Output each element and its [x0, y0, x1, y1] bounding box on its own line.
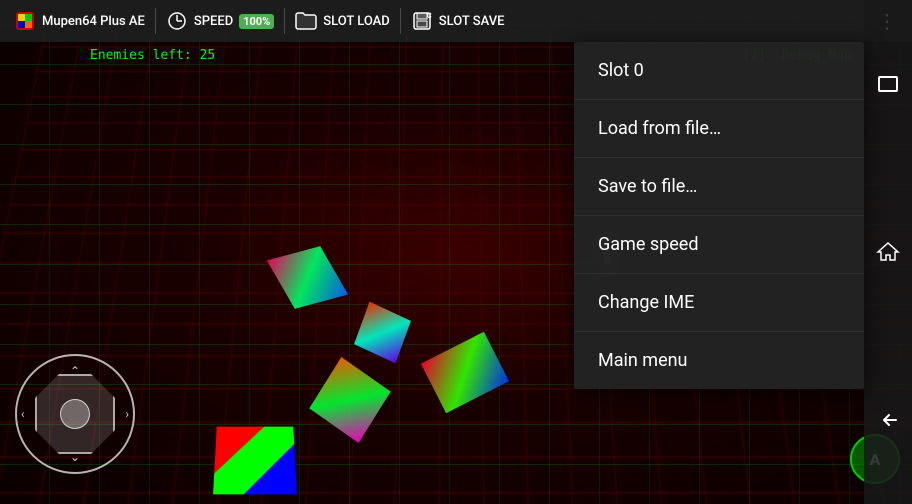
toolbar: Mupen64 Plus AE SPEED 100% SLOT LOAD — [0, 0, 912, 42]
app-title: Mupen64 Plus AE — [42, 14, 145, 29]
menu-item-load-file[interactable]: Load from file… — [574, 100, 864, 158]
folder-icon — [295, 10, 317, 32]
back-button[interactable] — [868, 400, 908, 440]
joystick-octagon — [35, 374, 115, 454]
joystick[interactable]: ⌃ ⌄ ‹ › — [15, 354, 135, 474]
enemies-status: Enemies left: 25 — [90, 48, 215, 63]
dropdown-menu: Slot 0Load from file…Save to file…Game s… — [574, 42, 864, 389]
back-icon — [876, 408, 900, 432]
app-icon — [14, 10, 36, 32]
joystick-center — [60, 399, 90, 429]
menu-item-main-menu[interactable]: Main menu — [574, 332, 864, 389]
menu-item-change-ime[interactable]: Change IME — [574, 274, 864, 332]
menu-item-slot0[interactable]: Slot 0 — [574, 42, 864, 100]
slot-save-label: SLOT SAVE — [439, 14, 505, 29]
system-buttons — [864, 0, 912, 504]
slot-load-item[interactable]: SLOT LOAD — [285, 0, 400, 42]
clock-icon — [166, 10, 188, 32]
game-cube-bottom — [213, 427, 297, 495]
speed-value: 100% — [239, 14, 274, 29]
speed-label: SPEED — [194, 14, 233, 29]
app-title-item: Mupen64 Plus AE — [4, 0, 155, 42]
svg-text:C: C — [427, 12, 432, 20]
home-button[interactable] — [868, 232, 908, 272]
slot-load-label: SLOT LOAD — [323, 14, 390, 29]
save-icon: C — [411, 10, 433, 32]
slot-save-item[interactable]: C SLOT SAVE — [401, 0, 515, 42]
menu-item-save-file[interactable]: Save to file… — [574, 158, 864, 216]
chevron-right-icon: › — [125, 407, 129, 421]
speed-item[interactable]: SPEED 100% — [156, 0, 284, 42]
window-button[interactable] — [868, 64, 908, 104]
menu-item-game-speed[interactable]: Game speed — [574, 216, 864, 274]
joystick-outer: ⌃ ⌄ ‹ › — [15, 354, 135, 474]
chevron-left-icon: ‹ — [21, 407, 25, 421]
home-icon — [876, 240, 900, 264]
window-icon — [876, 72, 900, 96]
